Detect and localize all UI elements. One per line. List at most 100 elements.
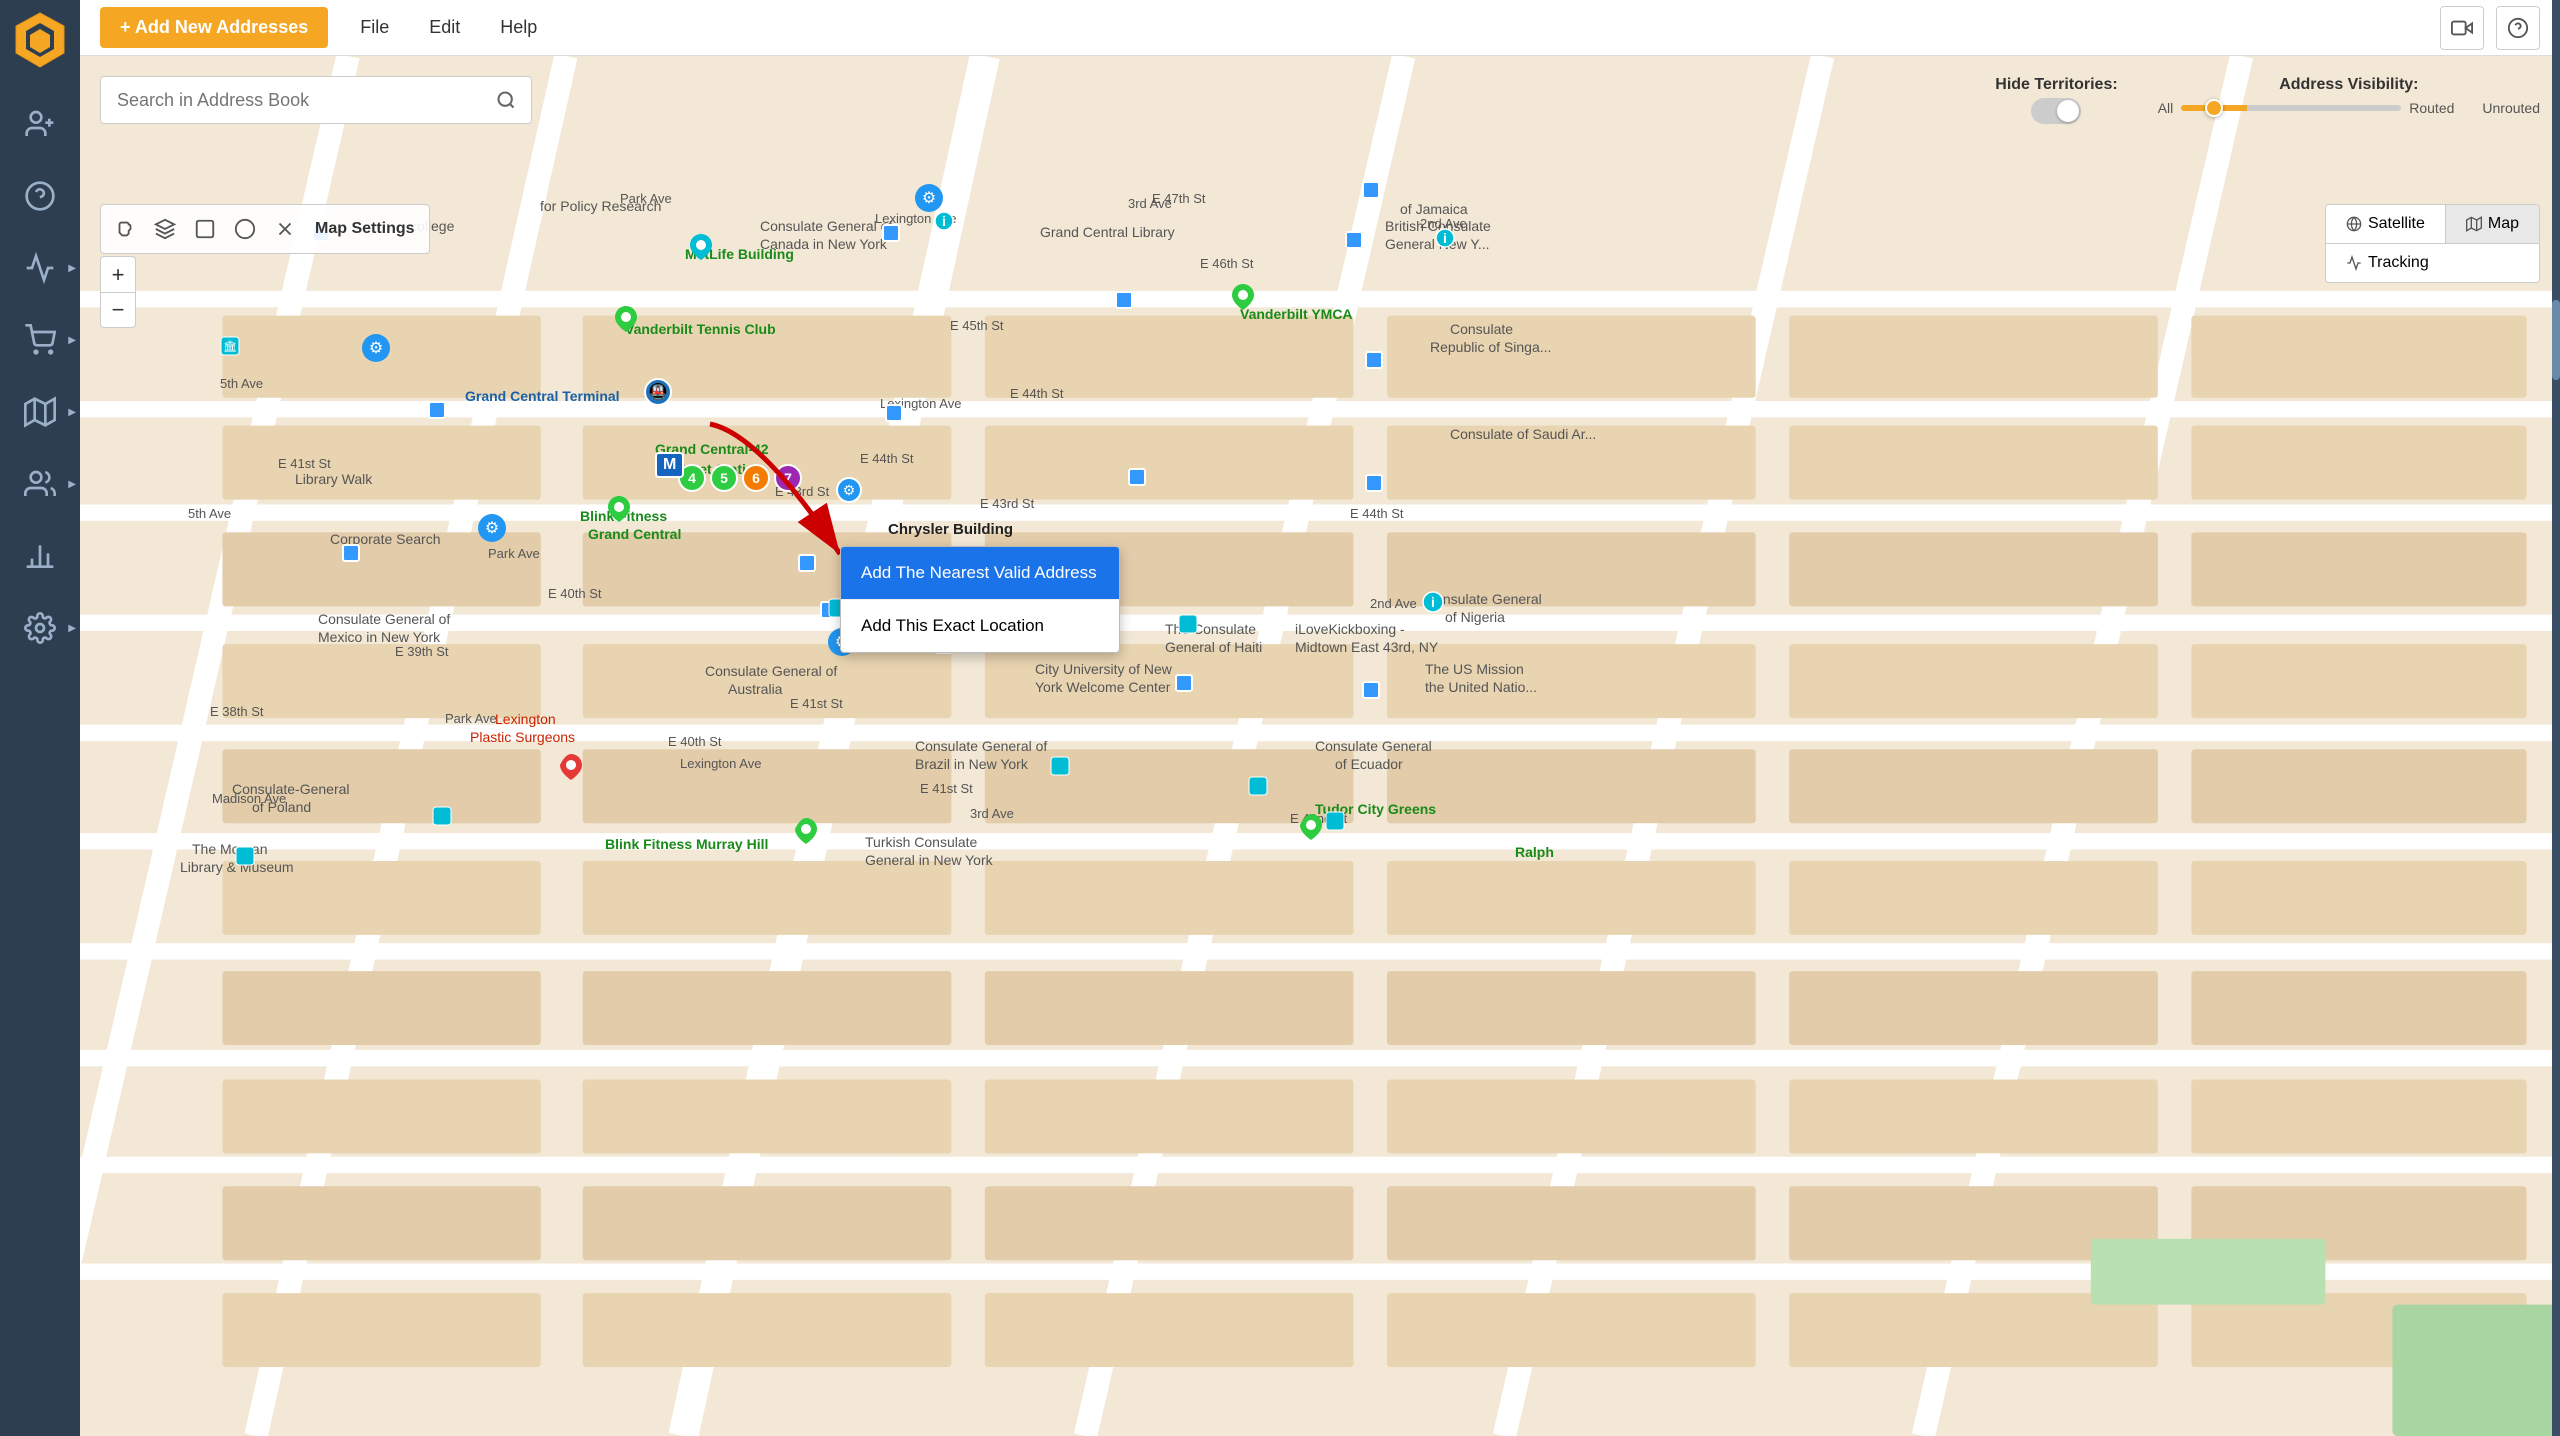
gear-marker-2[interactable]: ⚙	[478, 514, 506, 542]
rectangle-tool-button[interactable]	[187, 211, 223, 247]
tracking-button[interactable]: Tracking	[2326, 244, 2539, 282]
chevron-right-icon: ▶	[68, 623, 76, 634]
map-container[interactable]: Park Ave Lexington Ave Lexington Ave Lex…	[80, 56, 2560, 1436]
info-marker-3[interactable]: i	[1422, 591, 1444, 618]
add-nearest-valid-address-item[interactable]: Add The Nearest Valid Address	[841, 547, 1119, 599]
address-marker	[1175, 674, 1193, 692]
address-marker	[342, 544, 360, 562]
vanderbilt-tennis-marker[interactable]	[615, 306, 637, 337]
click-target-marker[interactable]: ⚙	[835, 476, 863, 509]
subway-icon: 🚇	[644, 378, 672, 406]
landmark-marker-6[interactable]	[1050, 756, 1070, 781]
sidebar-item-analytics[interactable]	[0, 520, 80, 592]
metlife-marker[interactable]	[690, 234, 712, 265]
num-marker-7[interactable]: 7	[774, 464, 802, 492]
satellite-button[interactable]: Satellite	[2326, 205, 2446, 243]
slider-thumb[interactable]	[2205, 99, 2223, 117]
edit-menu[interactable]: Edit	[421, 13, 468, 42]
sidebar-scrollbar[interactable]	[2552, 0, 2560, 1436]
landmark-marker-1[interactable]: 🏛	[220, 336, 240, 361]
vis-tick-unrouted: Unrouted	[2482, 100, 2540, 116]
map-button[interactable]: Map	[2446, 205, 2539, 243]
blue-square-14[interactable]	[1362, 681, 1380, 699]
file-menu[interactable]: File	[352, 13, 397, 42]
gear-marker-3[interactable]: ⚙	[915, 184, 943, 212]
num-marker-6[interactable]: 6	[742, 464, 770, 492]
svg-text:🏛: 🏛	[223, 340, 237, 353]
blink-murray-marker[interactable]	[795, 818, 817, 849]
metro-m-marker[interactable]: M	[655, 452, 684, 478]
camera-button[interactable]	[2440, 6, 2484, 50]
sidebar-item-people[interactable]: ▶	[0, 448, 80, 520]
address-marker	[1362, 181, 1380, 199]
close-tool-button[interactable]	[267, 211, 303, 247]
landmark-marker-3[interactable]	[235, 846, 255, 871]
landmark-marker-7[interactable]	[1248, 776, 1268, 801]
sidebar-item-help[interactable]	[0, 160, 80, 232]
zoom-out-button[interactable]: −	[100, 292, 136, 328]
gear-marker-1[interactable]: ⚙	[362, 334, 390, 362]
sidebar-item-settings[interactable]: ▶	[0, 592, 80, 664]
zoom-in-button[interactable]: +	[100, 256, 136, 292]
satellite-label: Satellite	[2368, 215, 2425, 233]
map-streets-svg	[80, 56, 2560, 1436]
circle-tool-button[interactable]	[227, 211, 263, 247]
route-number-5: 5	[710, 464, 738, 492]
blue-square-4[interactable]	[1365, 351, 1383, 369]
app-logo[interactable]	[0, 0, 80, 80]
chevron-right-icon: ▶	[68, 479, 76, 490]
sidebar-item-chart[interactable]: ▶	[0, 232, 80, 304]
gear-icon: ⚙	[478, 514, 506, 542]
map-background: Park Ave Lexington Ave Lexington Ave Lex…	[80, 56, 2560, 1436]
blink-fitness-marker[interactable]	[608, 496, 630, 527]
blue-square-3[interactable]	[1115, 291, 1133, 309]
sidebar: ▶ ▶ ▶ ▶ ▶	[0, 0, 80, 1436]
hide-territories-toggle[interactable]	[2031, 98, 2081, 124]
vis-tick-routed: Routed	[2409, 100, 2454, 116]
hide-territories-label: Hide Territories:	[1995, 76, 2117, 94]
blue-square-9[interactable]	[342, 544, 360, 562]
vanderbilt-ymca-marker[interactable]	[1232, 284, 1254, 315]
blue-square-8[interactable]	[1365, 474, 1383, 492]
blue-square-13[interactable]	[1175, 674, 1193, 692]
blue-square-2[interactable]	[882, 224, 900, 242]
blue-square-16[interactable]	[1345, 231, 1363, 249]
address-marker	[1365, 474, 1383, 492]
svg-text:⚙: ⚙	[843, 482, 856, 498]
grand-central-subway-marker[interactable]: 🚇	[644, 378, 672, 406]
context-menu: Add The Nearest Valid Address Add This E…	[840, 546, 1120, 653]
svg-text:i: i	[1431, 594, 1435, 610]
address-marker	[885, 404, 903, 422]
search-input[interactable]	[100, 76, 480, 124]
sidebar-item-map[interactable]: ▶	[0, 376, 80, 448]
help-button[interactable]	[2496, 6, 2540, 50]
blue-square-6[interactable]	[885, 404, 903, 422]
sidebar-item-user-add[interactable]	[0, 88, 80, 160]
red-pin-marker[interactable]	[560, 754, 582, 785]
info-marker-2[interactable]: i	[1435, 228, 1455, 253]
info-marker-1[interactable]: i	[934, 211, 954, 236]
add-exact-location-item[interactable]: Add This Exact Location	[841, 599, 1119, 652]
map-settings-label[interactable]: Map Settings	[307, 220, 423, 238]
add-new-addresses-button[interactable]: + Add New Addresses	[100, 7, 328, 48]
landmark-marker-8[interactable]	[1325, 811, 1345, 836]
blue-square-15[interactable]	[1362, 181, 1380, 199]
num-marker-5[interactable]: 5	[710, 464, 738, 492]
blue-square-7[interactable]	[1128, 468, 1146, 486]
landmark-marker-4[interactable]	[432, 806, 452, 831]
layers-button[interactable]	[147, 211, 183, 247]
help-menu[interactable]: Help	[492, 13, 545, 42]
scrollbar-handle[interactable]	[2552, 300, 2560, 380]
address-visibility-control: Address Visibility: All Routed Unrouted	[2158, 76, 2540, 118]
tudor-city-marker[interactable]	[1300, 814, 1322, 845]
pan-tool-button[interactable]	[107, 211, 143, 247]
metro-m-icon: M	[655, 452, 684, 478]
blue-square-5[interactable]	[428, 401, 446, 419]
search-button[interactable]	[480, 76, 532, 124]
sidebar-item-cart[interactable]: ▶	[0, 304, 80, 376]
address-marker	[1345, 231, 1363, 249]
landmark-marker-5[interactable]	[1178, 614, 1198, 639]
chevron-right-icon: ▶	[68, 263, 76, 274]
blue-square-10[interactable]	[798, 554, 816, 572]
address-marker	[798, 554, 816, 572]
